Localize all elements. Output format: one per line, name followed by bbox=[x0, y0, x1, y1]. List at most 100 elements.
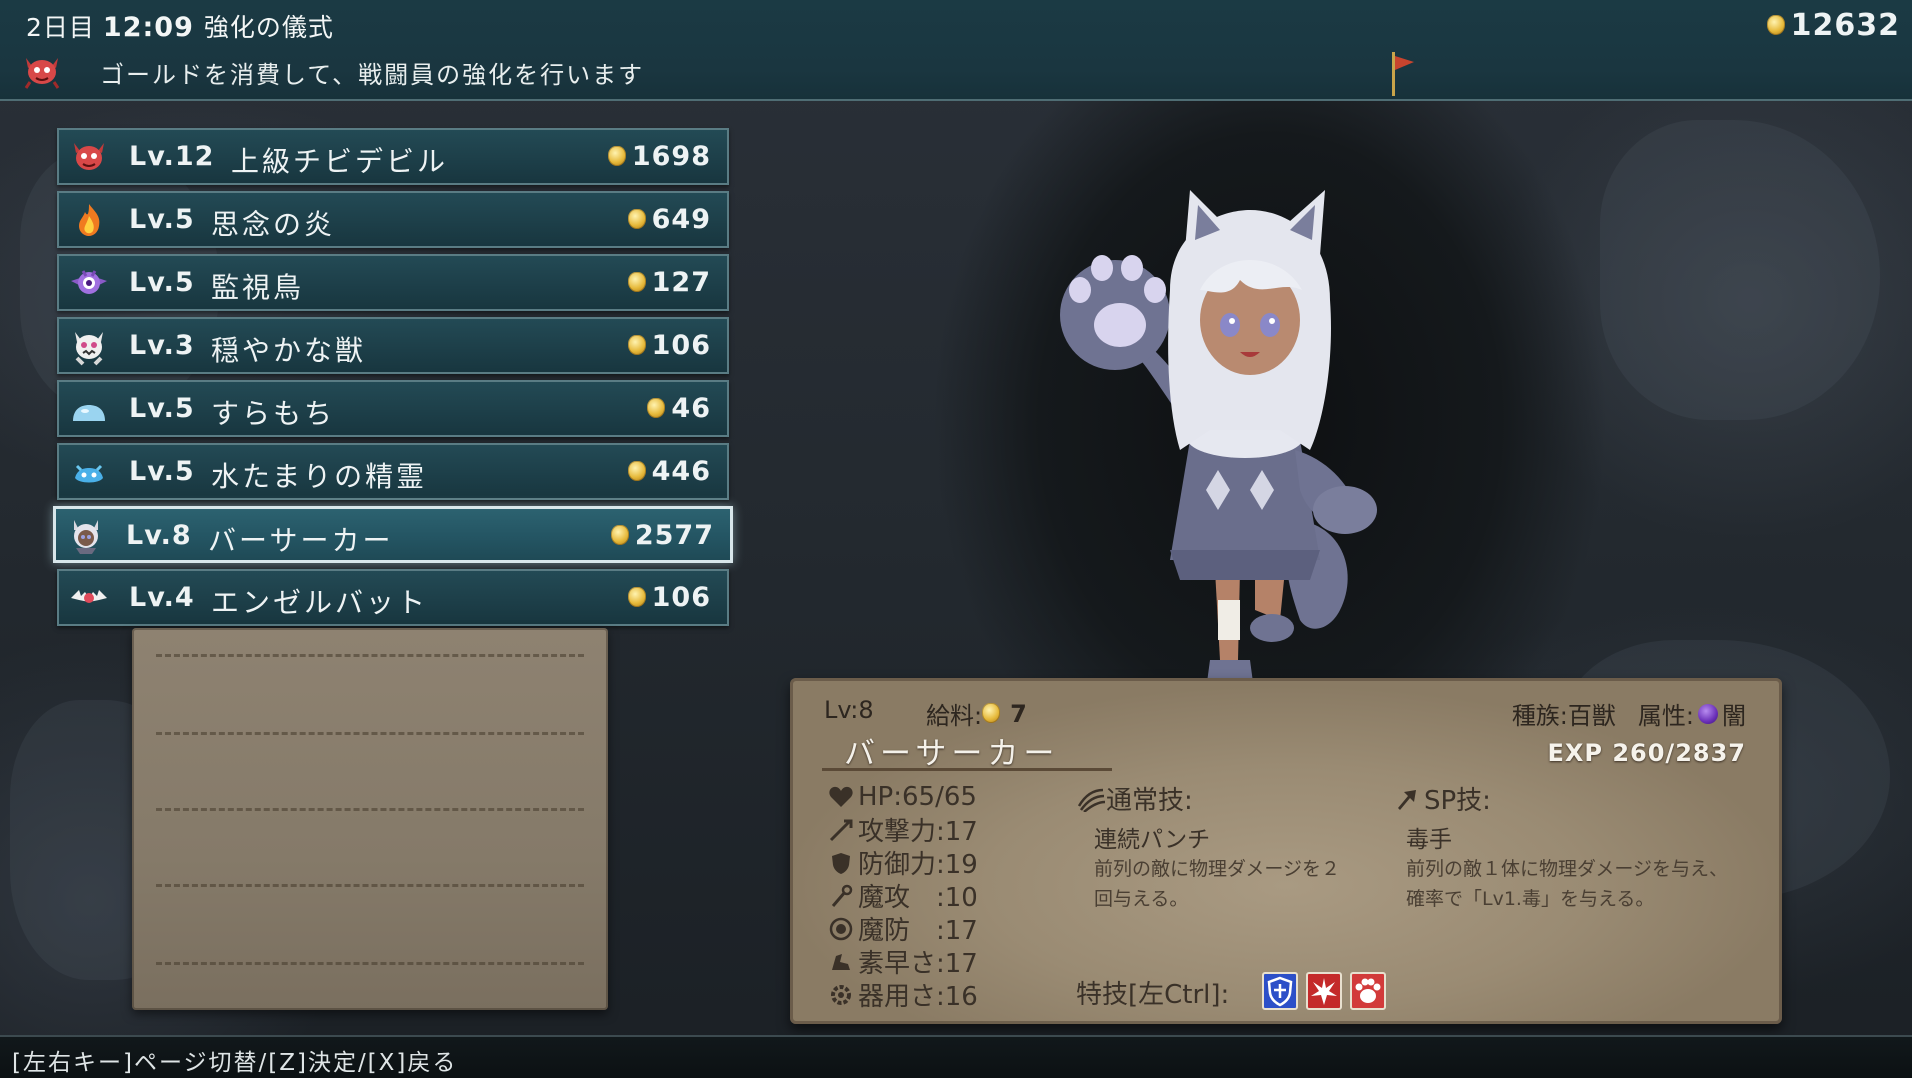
unit-level: Lv.3 bbox=[129, 330, 195, 361]
unit-level: Lv.4 bbox=[129, 582, 195, 613]
slime-icon bbox=[73, 405, 105, 421]
unit-row[interactable]: Lv.5 思念の炎 649 bbox=[57, 191, 729, 248]
unit-row[interactable]: Lv.4 エンゼルバット 106 bbox=[57, 569, 729, 626]
unit-level: Lv.5 bbox=[129, 456, 195, 487]
gold-coin-icon bbox=[982, 702, 1001, 723]
footer-hint-bar: [左右キー]ページ切替/[Z]決定/[X]戻る bbox=[0, 1035, 1912, 1078]
gold-total-value: 12632 bbox=[1790, 8, 1900, 43]
unit-cost: 106 bbox=[627, 582, 711, 613]
sp-skill-heading: SP技: bbox=[1394, 780, 1491, 817]
unit-status-panel: Lv:8 給料: 7 バーサーカー 種族:百獣 属性: 闇 EXP 260/283… bbox=[790, 678, 1782, 1024]
name-underline bbox=[822, 768, 1112, 771]
berserker-character-portrait bbox=[1060, 190, 1377, 690]
gold-coin-icon bbox=[627, 586, 646, 607]
sword-icon bbox=[829, 819, 853, 841]
traits-label: 特技[左Ctrl]: bbox=[1076, 980, 1230, 1010]
normal-skill-heading: 通常技: bbox=[1076, 780, 1193, 817]
red-devil-icon bbox=[74, 143, 104, 170]
divider bbox=[156, 654, 584, 657]
stat-attack: 攻撃力:17 bbox=[828, 813, 978, 847]
wing-boot-icon bbox=[832, 953, 850, 970]
unit-row-selected[interactable]: Lv.8 バーサーカー 2577 bbox=[53, 506, 733, 563]
controls-hint: [左右キー]ページ切替/[Z]決定/[X]戻る bbox=[12, 1050, 458, 1076]
unit-name: 穏やかな獣 bbox=[211, 334, 367, 367]
unit-row[interactable]: Lv.12 上級チビデビル 1698 bbox=[57, 128, 729, 185]
crimson-burst-trait-icon[interactable] bbox=[1306, 972, 1342, 1010]
gold-coin-icon bbox=[627, 460, 646, 481]
unit-row[interactable]: Lv.3 穏やかな獣 106 bbox=[57, 317, 729, 374]
day-label: 2日目 bbox=[26, 13, 95, 42]
stat-speed: 素早さ:17 bbox=[828, 945, 978, 979]
flag-icon bbox=[1392, 52, 1414, 96]
unit-level: Lv.5 bbox=[129, 267, 195, 298]
gold-coin-icon bbox=[627, 208, 646, 229]
paw-trait-icon[interactable] bbox=[1350, 972, 1386, 1010]
watch-bird-icon bbox=[71, 270, 107, 294]
unit-name: すらもち bbox=[211, 397, 336, 430]
unit-name: 上級チビデビル bbox=[231, 145, 449, 178]
unit-list: Lv.12 上級チビデビル 1698 Lv.5 思念の炎 649 Lv.5 監視… bbox=[53, 128, 733, 632]
sp-skill-name: 毒手 bbox=[1406, 827, 1452, 853]
sp-skill-desc-line-2: 確率で「Lv1.毒」を与える。 bbox=[1406, 888, 1655, 910]
divider bbox=[156, 808, 584, 811]
header-title: 2日目 12:09 強化の儀式 bbox=[26, 8, 334, 44]
gear-icon bbox=[831, 984, 851, 1005]
sp-skill-icon bbox=[1398, 789, 1416, 810]
unit-cost: 127 bbox=[627, 267, 711, 298]
unit-level: Lv.5 bbox=[129, 393, 195, 424]
detail-race-attribute: 種族:百獣 属性: 闇 bbox=[1512, 696, 1746, 731]
unit-name: バーサーカー bbox=[208, 524, 394, 557]
gold-coin-icon bbox=[610, 524, 629, 545]
time-label: 12:09 bbox=[102, 12, 194, 43]
normal-skill-desc-line-1: 前列の敵に物理ダメージを２ bbox=[1094, 858, 1341, 880]
unit-cost: 649 bbox=[627, 204, 711, 235]
stat-magic-defense: 魔防 :17 bbox=[828, 912, 978, 946]
detail-salary: 給料: 7 bbox=[926, 699, 1027, 731]
divider bbox=[156, 884, 584, 887]
divider bbox=[156, 962, 584, 965]
unit-cost: 106 bbox=[627, 330, 711, 361]
unit-cost: 2577 bbox=[610, 520, 714, 551]
normal-skill-name: 連続パンチ bbox=[1094, 827, 1211, 853]
header-bar: 2日目 12:09 強化の儀式 ゴールドを消費して、戦闘員の強化を行います 1263… bbox=[0, 0, 1912, 101]
heart-icon bbox=[829, 786, 853, 807]
detail-attribute: 闇 bbox=[1722, 702, 1746, 730]
gold-coin-icon bbox=[1766, 14, 1785, 35]
detail-exp: EXP 260/2837 bbox=[1547, 739, 1746, 767]
shield-trait-icon[interactable] bbox=[1262, 972, 1298, 1010]
empty-parchment-panel bbox=[132, 628, 608, 1010]
magic-circle-icon bbox=[829, 917, 853, 940]
unit-row[interactable]: Lv.5 水たまりの精霊 446 bbox=[57, 443, 729, 500]
detail-race: 種族:百獣 bbox=[1511, 702, 1616, 730]
flame-icon bbox=[79, 204, 100, 236]
berserker-icon bbox=[74, 520, 98, 554]
normal-skill-desc-line-2: 回与える。 bbox=[1094, 888, 1189, 910]
detail-name: バーサーカー bbox=[844, 736, 1060, 772]
screen-title: 強化の儀式 bbox=[203, 13, 334, 42]
unit-cost: 46 bbox=[647, 393, 711, 424]
stat-defense: 防御力:19 bbox=[828, 846, 978, 880]
gold-total: 12632 bbox=[1766, 8, 1900, 43]
unit-row[interactable]: Lv.5 すらもち 46 bbox=[57, 380, 729, 437]
stat-list: HP:65/65 攻撃力:17 防御力:19 魔攻 :10 魔防 :17 素早さ… bbox=[828, 780, 978, 1012]
unit-name: 思念の炎 bbox=[211, 208, 336, 241]
angel-bat-icon bbox=[71, 590, 107, 603]
stat-dexterity: 器用さ:16 bbox=[828, 978, 978, 1012]
divider bbox=[156, 732, 584, 735]
staff-icon bbox=[831, 884, 853, 907]
claw-swipe-icon bbox=[1077, 788, 1106, 812]
unit-name: エンゼルバット bbox=[211, 586, 429, 619]
unit-name: 監視鳥 bbox=[211, 271, 305, 304]
unit-level: Lv.8 bbox=[126, 520, 192, 551]
detail-level: Lv:8 bbox=[824, 696, 874, 724]
stat-hp: HP:65/65 bbox=[828, 780, 978, 813]
unit-row[interactable]: Lv.5 監視鳥 127 bbox=[57, 254, 729, 311]
gentle-beast-icon bbox=[75, 332, 103, 366]
stat-magic-attack: 魔攻 :10 bbox=[828, 879, 978, 913]
unit-name: 水たまりの精霊 bbox=[211, 460, 428, 493]
unit-cost: 446 bbox=[627, 456, 711, 487]
header-description: ゴールドを消費して、戦闘員の強化を行います bbox=[100, 61, 645, 89]
red-devil-icon bbox=[24, 58, 60, 89]
dark-attribute-icon bbox=[1698, 703, 1718, 724]
unit-level: Lv.5 bbox=[129, 204, 195, 235]
